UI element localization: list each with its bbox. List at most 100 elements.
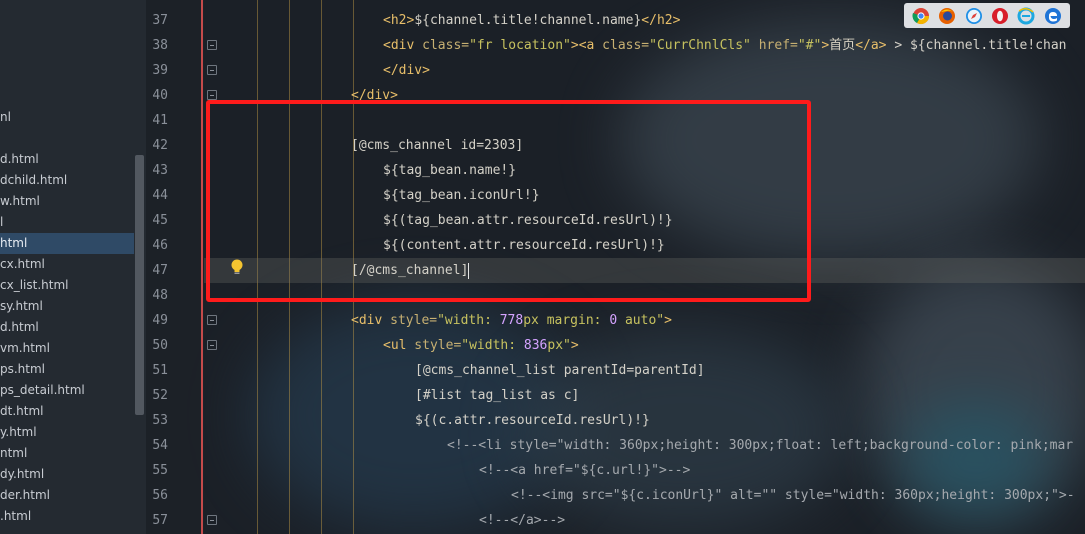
tree-item[interactable]: .html xyxy=(0,506,134,527)
line-number: 50 xyxy=(152,338,168,353)
fold-toggle[interactable] xyxy=(207,90,217,100)
code-line-57[interactable]: <!--</a>--> xyxy=(479,508,565,533)
line-number: 42 xyxy=(152,138,168,153)
code-token: > xyxy=(570,338,579,353)
line-number: 38 xyxy=(152,38,168,53)
code-token: auto" xyxy=(617,313,665,328)
code-line-39[interactable]: </div> xyxy=(383,58,430,83)
code-token: </div> xyxy=(383,63,430,78)
chrome-icon[interactable] xyxy=(912,7,930,25)
line-number: 40 xyxy=(152,88,168,103)
code-line-50[interactable]: <ul style="width: 836px"> xyxy=(383,333,579,358)
ie-icon[interactable] xyxy=(1017,7,1035,25)
tree-item[interactable]: d.html xyxy=(0,317,134,338)
code-token: style= xyxy=(382,313,438,328)
line-number: 44 xyxy=(152,188,168,203)
tree-item[interactable]: d.html xyxy=(0,149,134,170)
code-line-38[interactable]: <div class="fr location"><a class="CurrC… xyxy=(383,33,1067,58)
line-number: 39 xyxy=(152,63,168,78)
code-token: <div xyxy=(351,313,383,328)
fold-toggle[interactable] xyxy=(207,340,217,350)
code-token: href= xyxy=(750,38,798,53)
tree-item[interactable]: sy.html xyxy=(0,296,134,317)
code-token: <ul xyxy=(383,338,407,353)
code-token: style= xyxy=(406,338,462,353)
code-token: <h2> xyxy=(383,13,415,28)
fold-toggle[interactable] xyxy=(207,315,217,325)
code-token: px" xyxy=(547,338,571,353)
code-line-51[interactable]: [@cms_channel_list parentId=parentId] xyxy=(415,358,705,383)
line-number: 57 xyxy=(152,513,168,528)
line-number: 47 xyxy=(152,263,168,278)
safari-icon[interactable] xyxy=(965,7,983,25)
line-number: 56 xyxy=(152,488,168,503)
code-token: 836 xyxy=(523,338,548,353)
code-line-55[interactable]: <!--<a href="${c.url!}">--> xyxy=(479,458,690,483)
code-line-56[interactable]: <!--<img src="${c.iconUrl}" alt="" style… xyxy=(511,483,1075,508)
opera-icon[interactable] xyxy=(991,7,1009,25)
code-token: "width: xyxy=(437,313,500,328)
line-number: 55 xyxy=(152,463,168,478)
tree-item[interactable]: nl xyxy=(0,107,134,128)
code-token: 778 xyxy=(499,313,524,328)
code-token: px xyxy=(523,313,539,328)
line-number: 46 xyxy=(152,238,168,253)
line-number: 52 xyxy=(152,388,168,403)
code-token: class= xyxy=(414,38,470,53)
line-number: 53 xyxy=(152,413,168,428)
tree-item[interactable]: ps_detail.html xyxy=(0,380,134,401)
tree-item[interactable]: w.html xyxy=(0,191,134,212)
right-margin-marker xyxy=(201,0,203,534)
code-line-53[interactable]: ${(c.attr.resourceId.resUrl)!} xyxy=(415,408,650,433)
firefox-icon[interactable] xyxy=(938,7,956,25)
tree-item[interactable]: ps.html xyxy=(0,359,134,380)
code-token: </h2> xyxy=(641,13,681,28)
code-token: </a> xyxy=(855,38,887,53)
code-token: > ${channel.title!chan xyxy=(886,38,1067,53)
fold-toggle[interactable] xyxy=(207,65,217,75)
code-token: > xyxy=(821,38,830,53)
code-token: class= xyxy=(594,38,650,53)
tree-item[interactable]: cx_list.html xyxy=(0,275,134,296)
code-token: ${channel.title!channel.name} xyxy=(414,13,642,28)
annotation-highlight-box xyxy=(206,100,811,302)
code-token: "#" xyxy=(797,38,822,53)
code-token: 首页 xyxy=(829,38,856,53)
code-line-54[interactable]: <!--<li style="width: 360px;height: 300p… xyxy=(447,433,1073,458)
tree-item[interactable]: cx.html xyxy=(0,254,134,275)
tree-item[interactable]: dy.html xyxy=(0,464,134,485)
code-line-52[interactable]: [#list tag_list as c] xyxy=(415,383,579,408)
line-number: 54 xyxy=(152,438,168,453)
project-tree-panel: nl d.html dchild.html w.html l html cx.h… xyxy=(0,0,146,534)
tree-item[interactable]: ntml xyxy=(0,443,134,464)
tree-scrollbar[interactable] xyxy=(135,155,144,415)
tree-item[interactable]: vm.html xyxy=(0,338,134,359)
line-number: 41 xyxy=(152,113,168,128)
code-token: margin: xyxy=(538,313,610,328)
line-number: 43 xyxy=(152,163,168,178)
code-token: "fr location" xyxy=(469,38,571,53)
tree-item-selected[interactable]: html xyxy=(0,233,134,254)
code-line-37[interactable]: <h2>${channel.title!channel.name}</h2> xyxy=(383,8,680,33)
code-token: 0 xyxy=(609,313,618,328)
tree-item[interactable]: dt.html xyxy=(0,401,134,422)
line-number: 37 xyxy=(152,13,168,28)
line-number: 48 xyxy=(152,288,168,303)
line-number: 45 xyxy=(152,213,168,228)
line-number: 51 xyxy=(152,363,168,378)
code-line-49[interactable]: <div style="width: 778px margin: 0 auto"… xyxy=(351,308,672,333)
tree-item[interactable]: dchild.html xyxy=(0,170,134,191)
browser-preview-bar xyxy=(904,3,1070,28)
fold-toggle[interactable] xyxy=(207,515,217,525)
code-token: "width: xyxy=(461,338,524,353)
tree-item[interactable]: l xyxy=(0,212,134,233)
fold-toggle[interactable] xyxy=(207,40,217,50)
edge-icon[interactable] xyxy=(1044,7,1062,25)
tree-item[interactable]: y.html xyxy=(0,422,134,443)
tree-item[interactable]: der.html xyxy=(0,485,134,506)
line-number: 49 xyxy=(152,313,168,328)
code-token: > xyxy=(570,38,579,53)
code-token: > xyxy=(664,313,672,328)
code-token: <div xyxy=(383,38,415,53)
code-token: <a xyxy=(578,38,595,53)
